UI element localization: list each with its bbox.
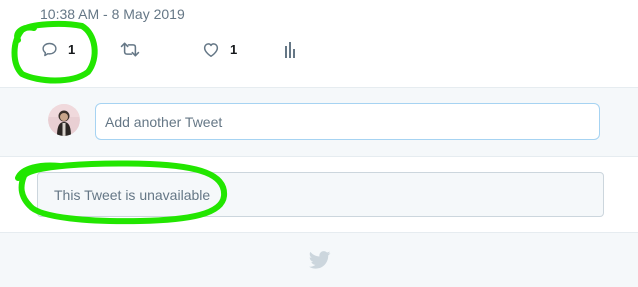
unavailable-tweet-text: This Tweet is unavailable <box>54 186 211 203</box>
like-count: 1 <box>230 41 238 57</box>
reply-icon <box>41 41 58 58</box>
tweet-actions: 1 1 <box>0 36 638 62</box>
analytics-button[interactable] <box>284 36 296 62</box>
retweet-button[interactable] <box>120 36 140 62</box>
unavailable-tweet-notice: This Tweet is unavailable <box>37 172 604 217</box>
analytics-icon <box>284 41 296 58</box>
like-button[interactable]: 1 <box>202 36 237 62</box>
user-avatar[interactable] <box>48 104 80 136</box>
reply-button[interactable]: 1 <box>41 36 75 62</box>
tweet-card: 10:38 AM - 8 May 2019 1 1 <box>0 0 638 88</box>
like-icon <box>202 41 220 58</box>
retweet-icon <box>120 41 140 58</box>
add-tweet-input[interactable] <box>95 103 600 140</box>
reply-count: 1 <box>68 41 76 57</box>
twitter-bird-icon <box>308 251 331 274</box>
tweet-detail-page: 10:38 AM - 8 May 2019 1 1 Add another Tw… <box>0 0 638 287</box>
tweet-timestamp[interactable]: 10:38 AM - 8 May 2019 <box>40 6 185 22</box>
